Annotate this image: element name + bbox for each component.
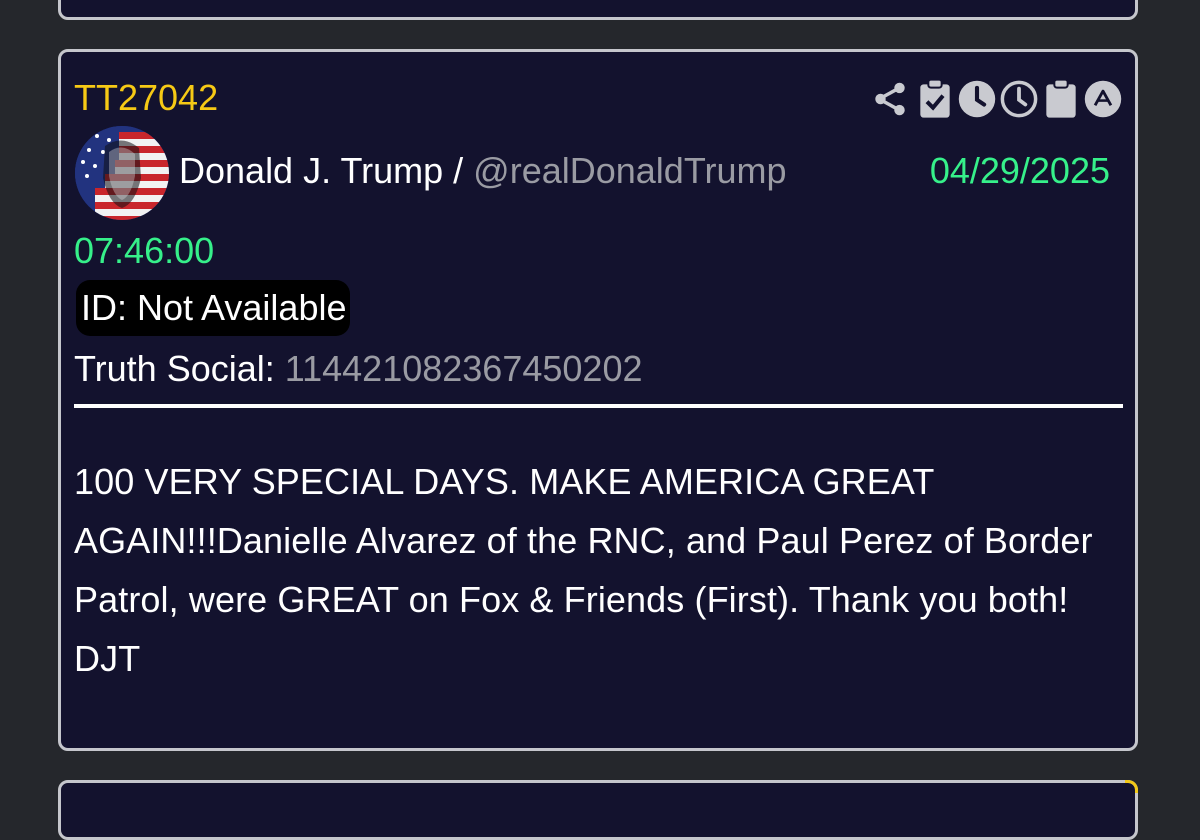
post-time: 07:46:00 xyxy=(74,230,215,271)
post-body: 100 VERY SPECIAL DAYS. MAKE AMERICA GREA… xyxy=(74,461,1093,679)
author-line: Donald J. Trump / @realDonaldTrump xyxy=(179,150,787,192)
clock-outline-icon[interactable] xyxy=(999,76,1039,122)
divider xyxy=(74,404,1123,408)
share-icon[interactable] xyxy=(867,76,913,122)
avatar xyxy=(75,126,169,220)
id-badge: ID: Not Available xyxy=(76,280,351,336)
author-name: Donald J. Trump xyxy=(179,150,444,191)
next-post-card xyxy=(58,780,1138,840)
clock-filled-icon[interactable] xyxy=(957,76,997,122)
clipboard-icon[interactable] xyxy=(1041,76,1081,122)
post-code: TT27042 xyxy=(74,77,219,118)
post-actions xyxy=(867,76,1123,122)
author-handle[interactable]: @realDonaldTrump xyxy=(473,150,786,191)
truth-social-label: Truth Social: xyxy=(74,348,275,389)
post-card: TT27042 Donald J. Trump / @realDonaldTru… xyxy=(58,49,1138,751)
truth-social-id[interactable]: 114421082367450202 xyxy=(285,348,643,389)
caret-up-circle-icon[interactable] xyxy=(1083,76,1123,122)
post-date: 04/29/2025 xyxy=(929,150,1110,191)
author-separator: / xyxy=(453,150,464,191)
previous-post-card xyxy=(58,0,1138,20)
clipboard-check-icon[interactable] xyxy=(915,76,955,122)
truth-social-line: Truth Social: 114421082367450202 xyxy=(74,348,642,390)
